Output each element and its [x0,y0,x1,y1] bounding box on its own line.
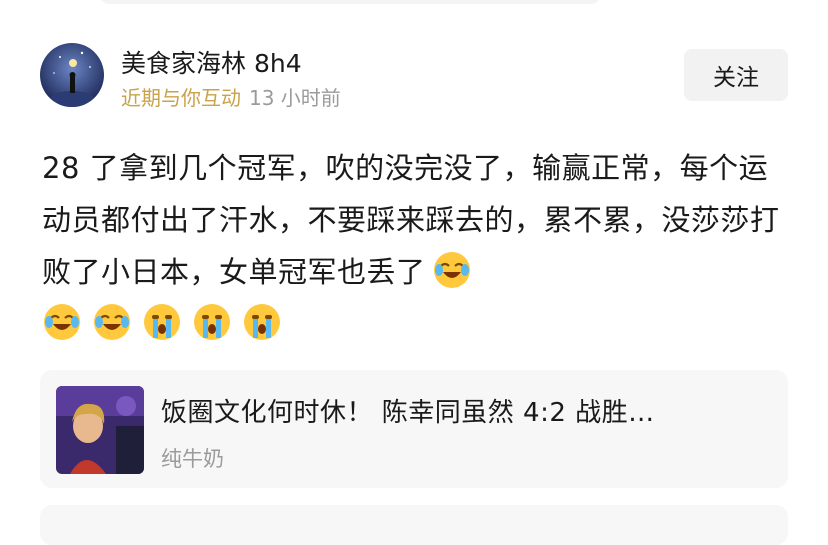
crying-emoji-icon [142,302,182,342]
linked-article-card[interactable]: 饭圈文化何时休！ 陈幸同虽然 4:2 战胜… 纯牛奶 [40,370,788,488]
author-avatar[interactable] [40,43,104,107]
author-meta: 近期与你互动 13 小时前 [121,82,341,111]
post-time: 13 小时前 [249,86,341,110]
crying-emoji-icon [192,302,232,342]
follow-button[interactable]: 关注 [684,49,788,101]
laugh-cry-emoji-icon [42,302,82,342]
post-body: 28 了拿到几个冠军，吹的没完没了，输赢正常，每个运动员都付出了汗水，不要踩来踩… [42,142,782,350]
interaction-tag: 近期与你互动 [121,86,241,110]
laugh-cry-emoji-icon [432,250,472,290]
article-thumbnail [56,386,144,474]
next-item-edge [40,505,788,545]
article-title: 饭圈文化何时休！ 陈幸同虽然 4:2 战胜… [161,398,655,428]
author-name[interactable]: 美食家海林 8h4 [121,44,302,80]
article-author: 纯牛奶 [161,447,224,471]
post-text: 28 了拿到几个冠军，吹的没完没了，输赢正常，每个运动员都付出了汗水，不要踩来踩… [42,151,780,289]
previous-item-edge [100,0,600,4]
laugh-cry-emoji-icon [92,302,132,342]
crying-emoji-icon [242,302,282,342]
